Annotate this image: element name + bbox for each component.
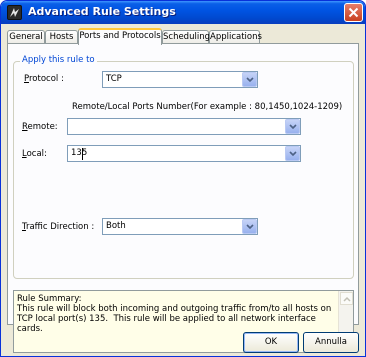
- window-title: Advanced Rule Settings: [28, 5, 176, 18]
- local-ports-combo[interactable]: 135: [67, 145, 301, 162]
- remote-ports-combo[interactable]: [67, 118, 301, 135]
- cancel-button[interactable]: Annulla: [303, 332, 359, 353]
- ports-and-protocols-panel: Apply this rule to Protocol : TCP Remote…: [7, 43, 359, 353]
- protocol-dropdown-button[interactable]: [242, 72, 257, 87]
- cancel-button-label: Annulla: [315, 337, 347, 347]
- ok-button-label: OK: [264, 337, 278, 347]
- chevron-down-icon: [246, 224, 254, 230]
- tab-hosts-label: Hosts: [49, 32, 74, 42]
- chevron-down-icon: [246, 77, 254, 83]
- protocol-value: TCP: [106, 74, 122, 84]
- tab-ports-and-protocols[interactable]: Ports and Protocols: [78, 28, 162, 45]
- protocol-label: Protocol :: [24, 74, 64, 84]
- tab-general-label: General: [9, 32, 43, 42]
- local-ports-value: 135: [71, 148, 88, 158]
- close-button[interactable]: [344, 3, 363, 22]
- close-icon: [348, 7, 359, 18]
- advanced-rule-settings-dialog: Advanced Rule Settings General Hosts Por…: [0, 0, 366, 357]
- tab-hosts[interactable]: Hosts: [45, 30, 78, 44]
- group-title: Apply this rule to: [20, 55, 97, 65]
- tab-applications-label: Applications: [210, 32, 262, 42]
- scroll-up-button[interactable]: [340, 292, 353, 305]
- local-label: Local:: [22, 149, 47, 159]
- tab-scheduling-label: Scheduling: [163, 32, 210, 42]
- tab-general[interactable]: General: [7, 30, 45, 44]
- chevron-down-icon: [289, 124, 297, 130]
- ports-hint: Remote/Local Ports Number(For example : …: [72, 102, 343, 112]
- traffic-direction-value: Both: [106, 221, 126, 231]
- chevron-down-icon: [289, 151, 297, 157]
- protocol-select[interactable]: TCP: [102, 71, 258, 88]
- local-dropdown-button[interactable]: [285, 146, 300, 161]
- remote-label: Remote:: [22, 122, 58, 132]
- title-bar[interactable]: Advanced Rule Settings: [1, 1, 365, 24]
- ok-button[interactable]: OK: [243, 332, 299, 353]
- chevron-up-icon: [343, 296, 351, 302]
- tab-applications[interactable]: Applications: [209, 30, 262, 44]
- remote-dropdown-button[interactable]: [285, 119, 300, 134]
- rule-summary-text: Rule Summary: This rule will block both …: [17, 294, 332, 334]
- apply-rule-group: Apply this rule to Protocol : TCP Remote…: [13, 55, 354, 279]
- tab-scheduling[interactable]: Scheduling: [162, 30, 210, 44]
- traffic-direction-label: Traffic Direction :: [22, 222, 95, 232]
- traffic-direction-select[interactable]: Both: [102, 218, 258, 235]
- tab-ports-and-protocols-label: Ports and Protocols: [79, 31, 161, 41]
- text-caret: [82, 148, 83, 160]
- firewall-app-icon: [7, 5, 22, 20]
- traffic-direction-dropdown-button[interactable]: [242, 219, 257, 234]
